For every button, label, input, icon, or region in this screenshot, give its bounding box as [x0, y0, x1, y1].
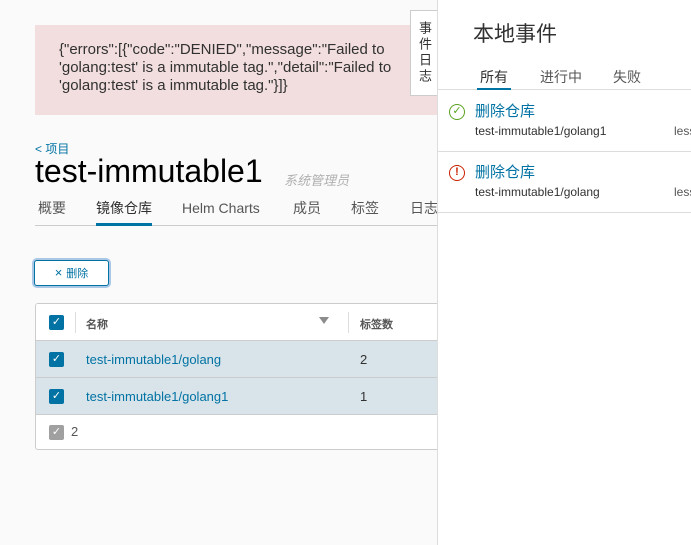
column-divider — [75, 312, 76, 333]
event-tabs: 所有 进行中 失败 — [438, 63, 691, 90]
repository-name-link[interactable]: test-immutable1/golang1 — [86, 389, 228, 404]
delete-button[interactable]: × 删除 — [34, 260, 109, 286]
selected-count: 2 — [71, 424, 79, 439]
repository-table: ✓ 名称 标签数 ✓ test-immutable1/golang 2 ✓ te… — [35, 303, 455, 450]
event-title[interactable]: 删除仓库 — [475, 100, 535, 121]
tab-labels[interactable]: 标签 — [351, 197, 379, 226]
alert-line: {"errors":[{"code":"DENIED","message":"F… — [59, 41, 385, 58]
page-title: test-immutable1 — [35, 153, 263, 189]
event-log-tab[interactable]: 事件日志 — [410, 10, 437, 96]
event-path: test-immutable1/golang — [475, 185, 600, 199]
panel-title: 本地事件 — [473, 23, 557, 46]
table-row[interactable]: ✓ test-immutable1/golang 2 — [36, 341, 454, 378]
selection-count-icon: ✓ — [49, 425, 64, 440]
row-checkbox[interactable]: ✓ — [49, 352, 64, 367]
table-header: ✓ 名称 标签数 — [36, 304, 454, 341]
tab-failed[interactable]: 失败 — [613, 67, 641, 90]
alert-line: 'golang:test' is a immutable tag.","deta… — [59, 59, 392, 76]
delete-button-label: 删除 — [66, 268, 89, 280]
tag-count: 1 — [360, 389, 368, 404]
close-icon: × — [54, 265, 63, 280]
event-time: less — [674, 124, 691, 138]
role-label: 系统管理员 — [284, 173, 350, 188]
table-footer: ✓ 2 — [36, 415, 454, 449]
tab-summary[interactable]: 概要 — [38, 197, 66, 226]
error-exclamation-icon: ! — [449, 165, 465, 181]
column-divider — [348, 312, 349, 333]
column-header-name[interactable]: 名称 — [86, 316, 108, 332]
event-log-panel: 本地事件 所有 进行中 失败 ✓ 删除仓库 test-immutable1/go… — [437, 0, 691, 545]
tab-logs[interactable]: 日志 — [410, 197, 438, 226]
table-row[interactable]: ✓ test-immutable1/golang1 1 — [36, 378, 454, 415]
tab-all[interactable]: 所有 — [477, 67, 511, 90]
event-path: test-immutable1/golang1 — [475, 124, 607, 138]
alert-line: 'golang:test' is a immutable tag."}]} — [59, 77, 288, 94]
row-checkbox[interactable]: ✓ — [49, 389, 64, 404]
column-header-tag-count[interactable]: 标签数 — [360, 316, 393, 332]
tab-in-progress[interactable]: 进行中 — [540, 67, 582, 90]
event-item[interactable]: ! 删除仓库 test-immutable1/golang less — [438, 152, 691, 213]
tab-repositories[interactable]: 镜像仓库 — [96, 197, 152, 226]
success-check-icon: ✓ — [449, 104, 465, 120]
repository-name-link[interactable]: test-immutable1/golang — [86, 352, 221, 367]
event-time: less — [674, 185, 691, 199]
tab-members[interactable]: 成员 — [293, 197, 321, 226]
error-alert: {"errors":[{"code":"DENIED","message":"F… — [35, 25, 455, 115]
filter-icon[interactable] — [319, 317, 329, 324]
tab-helm-charts[interactable]: Helm Charts — [182, 197, 260, 226]
tag-count: 2 — [360, 352, 368, 367]
event-title[interactable]: 删除仓库 — [475, 161, 535, 182]
select-all-checkbox[interactable]: ✓ — [49, 315, 64, 330]
event-item[interactable]: ✓ 删除仓库 test-immutable1/golang1 less — [438, 91, 691, 152]
project-tabs: 概要 镜像仓库 Helm Charts 成员 标签 日志 — [35, 197, 438, 226]
